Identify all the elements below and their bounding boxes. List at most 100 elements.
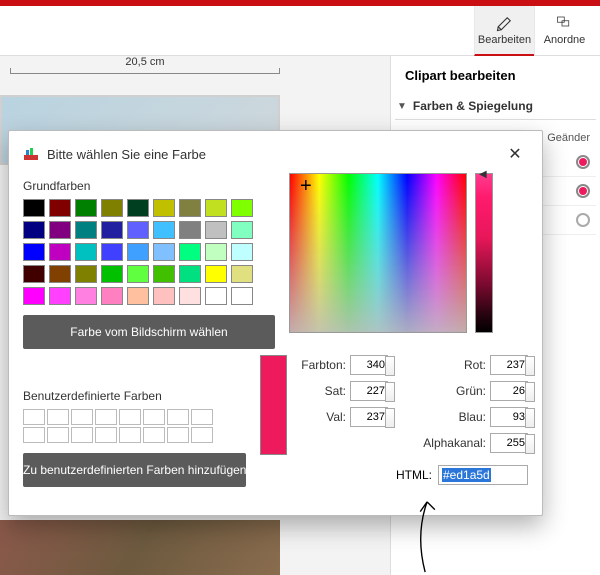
html-color-input[interactable]: #ed1a5d [438, 465, 528, 485]
basic-color-swatch[interactable] [153, 243, 175, 261]
add-custom-color-button[interactable]: Zu benutzerdefinierten Farben hinzufügen [23, 453, 246, 487]
dialog-titlebar: Bitte wählen Sie eine Farbe ✕ [23, 141, 528, 167]
basic-color-swatch[interactable] [23, 221, 45, 239]
changed-radio[interactable] [576, 184, 590, 198]
basic-color-swatch[interactable] [205, 265, 227, 283]
basic-color-swatch[interactable] [75, 287, 97, 305]
custom-color-slot[interactable] [95, 427, 117, 443]
current-color-preview [260, 355, 287, 455]
basic-color-swatch[interactable] [231, 265, 253, 283]
pick-screen-color-button[interactable]: Farbe vom Bildschirm wählen [23, 315, 275, 349]
basic-color-swatch[interactable] [179, 199, 201, 217]
basic-color-swatch[interactable] [49, 199, 71, 217]
dialog-title: Bitte wählen Sie eine Farbe [47, 147, 206, 162]
basic-color-swatch[interactable] [127, 199, 149, 217]
color-field[interactable]: + [289, 173, 467, 333]
basic-color-swatch[interactable] [231, 243, 253, 261]
basic-color-swatch[interactable] [127, 221, 149, 239]
custom-color-slot[interactable] [95, 409, 117, 425]
edit-icon [495, 14, 515, 32]
basic-color-swatch[interactable] [101, 265, 123, 283]
basic-color-swatch[interactable] [153, 221, 175, 239]
custom-color-slot[interactable] [191, 427, 213, 443]
custom-color-slot[interactable] [23, 427, 45, 443]
basic-color-swatch[interactable] [23, 199, 45, 217]
custom-colors-label: Benutzerdefinierte Farben [23, 389, 246, 403]
basic-color-swatch[interactable] [179, 243, 201, 261]
custom-color-slot[interactable] [167, 427, 189, 443]
alpha-label: Alphakanal: [423, 436, 486, 450]
basic-color-swatch[interactable] [101, 221, 123, 239]
hue-label: Farbton: [301, 358, 346, 372]
custom-color-slot[interactable] [167, 409, 189, 425]
custom-color-slot[interactable] [71, 427, 93, 443]
basic-color-swatch[interactable] [75, 221, 97, 239]
custom-color-slot[interactable] [143, 427, 165, 443]
custom-color-slot[interactable] [119, 427, 141, 443]
custom-color-slot[interactable] [119, 409, 141, 425]
basic-color-swatch[interactable] [49, 243, 71, 261]
red-input[interactable]: 237 [490, 355, 528, 375]
canvas-image-bottom [0, 520, 280, 575]
basic-color-swatch[interactable] [179, 287, 201, 305]
green-input[interactable]: 26 [490, 381, 528, 401]
basic-color-swatch[interactable] [179, 265, 201, 283]
alpha-input[interactable]: 255 [490, 433, 528, 453]
basic-colors-grid [23, 199, 275, 305]
basic-color-swatch[interactable] [101, 243, 123, 261]
basic-color-swatch[interactable] [153, 199, 175, 217]
basic-color-swatch[interactable] [49, 221, 71, 239]
basic-color-swatch[interactable] [75, 199, 97, 217]
ruler-line [10, 68, 280, 74]
blue-label: Blau: [459, 410, 486, 424]
basic-color-swatch[interactable] [101, 199, 123, 217]
custom-color-slot[interactable] [23, 409, 45, 425]
basic-color-swatch[interactable] [75, 265, 97, 283]
basic-color-swatch[interactable] [179, 221, 201, 239]
edit-tool-button[interactable]: Bearbeiten [474, 6, 534, 56]
basic-color-swatch[interactable] [231, 287, 253, 305]
hue-slider[interactable] [475, 173, 493, 333]
sat-input[interactable]: 227 [350, 381, 388, 401]
val-input[interactable]: 237 [350, 407, 388, 427]
changed-radio[interactable] [576, 213, 590, 227]
close-icon: ✕ [508, 144, 521, 164]
red-label: Rot: [464, 358, 486, 372]
basic-color-swatch[interactable] [231, 199, 253, 217]
custom-color-slot[interactable] [71, 409, 93, 425]
basic-color-swatch[interactable] [23, 243, 45, 261]
color-picker-dialog: Bitte wählen Sie eine Farbe ✕ Grundfarbe… [8, 130, 543, 516]
basic-color-swatch[interactable] [101, 287, 123, 305]
basic-color-swatch[interactable] [205, 199, 227, 217]
close-button[interactable]: ✕ [502, 141, 528, 167]
basic-color-swatch[interactable] [153, 265, 175, 283]
accordion-colors[interactable]: ▼ Farben & Spiegelung [395, 93, 596, 120]
basic-color-swatch[interactable] [153, 287, 175, 305]
hue-input[interactable]: 340 [350, 355, 388, 375]
basic-color-swatch[interactable] [23, 287, 45, 305]
basic-color-swatch[interactable] [49, 265, 71, 283]
basic-color-swatch[interactable] [23, 265, 45, 283]
changed-radio[interactable] [576, 155, 590, 169]
annotation-arrow-icon [405, 496, 455, 574]
custom-color-slot[interactable] [47, 427, 69, 443]
basic-color-swatch[interactable] [127, 265, 149, 283]
arrange-tool-button[interactable]: Anordne [534, 6, 594, 56]
basic-color-swatch[interactable] [127, 243, 149, 261]
chevron-down-icon: ▼ [397, 101, 407, 112]
custom-color-slot[interactable] [191, 409, 213, 425]
basic-color-swatch[interactable] [205, 243, 227, 261]
val-label: Val: [326, 410, 346, 424]
custom-color-slot[interactable] [47, 409, 69, 425]
basic-color-swatch[interactable] [127, 287, 149, 305]
green-label: Grün: [456, 384, 486, 398]
arrange-tool-label: Anordne [544, 34, 586, 46]
blue-input[interactable]: 93 [490, 407, 528, 427]
basic-color-swatch[interactable] [231, 221, 253, 239]
basic-color-swatch[interactable] [205, 287, 227, 305]
arrange-icon [555, 14, 575, 32]
custom-color-slot[interactable] [143, 409, 165, 425]
basic-color-swatch[interactable] [205, 221, 227, 239]
basic-color-swatch[interactable] [49, 287, 71, 305]
basic-color-swatch[interactable] [75, 243, 97, 261]
